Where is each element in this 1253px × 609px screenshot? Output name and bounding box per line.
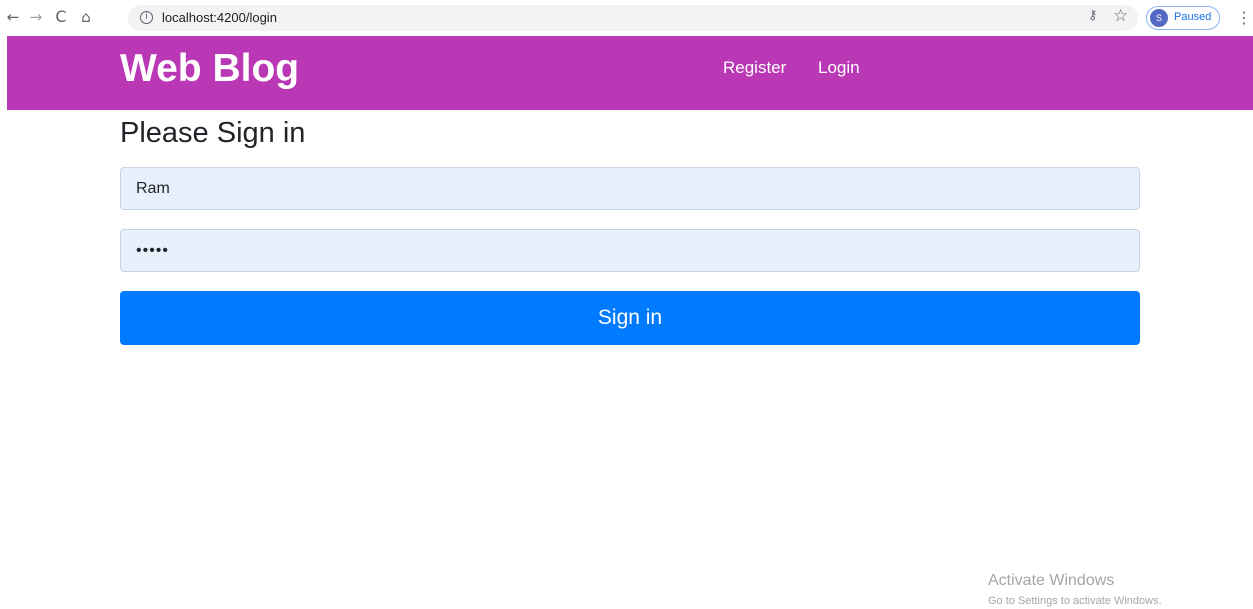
- password-input[interactable]: [120, 229, 1140, 272]
- info-icon[interactable]: i: [140, 11, 153, 24]
- profile-button[interactable]: S Paused: [1146, 6, 1220, 30]
- username-input[interactable]: [120, 167, 1140, 210]
- reload-icon[interactable]: C: [52, 7, 70, 27]
- page-title: Please Sign in: [120, 117, 306, 149]
- watermark-title: Activate Windows: [988, 572, 1115, 589]
- address-bar[interactable]: i localhost:4200/login: [128, 5, 1138, 31]
- star-icon[interactable]: ☆: [1113, 6, 1128, 26]
- back-arrow-icon[interactable]: ←: [4, 7, 22, 27]
- nav-link-register[interactable]: Register: [723, 58, 786, 78]
- app-navbar: Web Blog Register Login: [7, 36, 1253, 110]
- avatar: S: [1150, 9, 1168, 27]
- key-icon[interactable]: ⚷: [1088, 8, 1098, 23]
- profile-status: Paused: [1174, 11, 1212, 23]
- nav-link-login[interactable]: Login: [818, 58, 860, 78]
- forward-arrow-icon[interactable]: →: [27, 7, 45, 27]
- watermark-subtitle: Go to Settings to activate Windows.: [988, 595, 1162, 607]
- url-text[interactable]: localhost:4200/login: [162, 10, 277, 25]
- sign-in-button[interactable]: Sign in: [120, 291, 1140, 345]
- home-icon[interactable]: ⌂: [77, 7, 95, 27]
- kebab-menu-icon[interactable]: ⋮: [1236, 8, 1252, 27]
- browser-toolbar: ← → C ⌂ i localhost:4200/login ⚷ ☆ S Pau…: [0, 0, 1253, 36]
- brand-logo[interactable]: Web Blog: [120, 47, 299, 91]
